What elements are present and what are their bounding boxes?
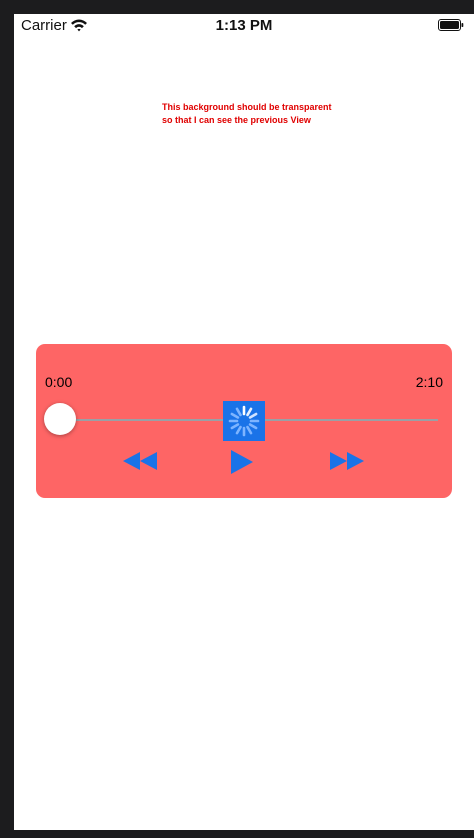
screen: Carrier 1:13 PM This background should b…	[14, 14, 474, 830]
loading-spinner-icon	[223, 401, 265, 441]
fast-forward-icon[interactable]	[329, 450, 365, 472]
status-bar: Carrier 1:13 PM	[14, 14, 474, 38]
play-icon[interactable]	[229, 448, 255, 476]
duration-time: 2:10	[415, 374, 443, 390]
battery-icon	[438, 19, 464, 31]
audio-player: 0:00 2:10	[36, 344, 452, 498]
rewind-icon[interactable]	[122, 450, 158, 472]
current-time: 0:00	[45, 374, 73, 390]
device-frame-top	[0, 0, 474, 14]
transparency-note: This background should be transparent so…	[162, 101, 402, 127]
status-time: 1:13 PM	[215, 17, 273, 34]
note-line-2: so that I can see the previous View	[162, 115, 311, 125]
note-line-1: This background should be transparent	[162, 102, 332, 112]
progress-slider-thumb[interactable]	[44, 403, 76, 435]
